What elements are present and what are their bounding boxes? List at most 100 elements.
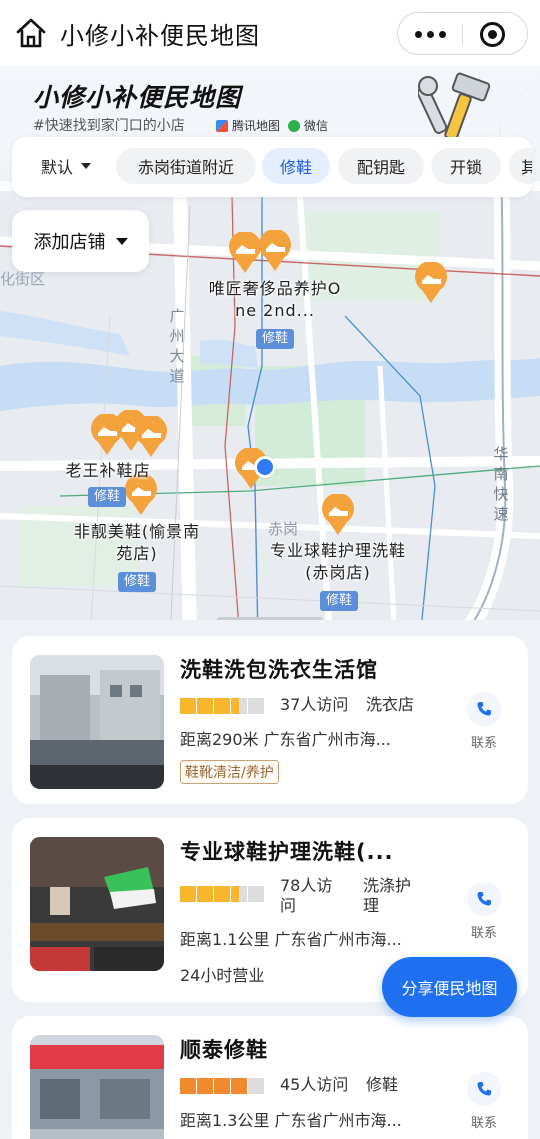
app-subtitle: #快速找到家门口的小店 (33, 118, 185, 134)
shop-category-line1: 洗涤护 (363, 876, 412, 895)
shop-category: 洗衣店 (366, 695, 415, 714)
shop-category: 修鞋 (366, 1075, 399, 1094)
shop-name: 顺泰修鞋 (180, 1038, 268, 1062)
rating-stars (180, 698, 264, 714)
filter-chip-label: 赤岗街道附近 (137, 158, 234, 177)
filter-chip-area[interactable]: 赤岗街道附近 (116, 148, 256, 184)
phone-icon (467, 692, 501, 726)
map-shop-label[interactable]: 老王补鞋店 (48, 460, 168, 482)
add-shop-label: 添加店铺 (33, 232, 106, 253)
app-title: 小修小补便民地图 (33, 83, 242, 112)
map-shop-category-tag: 修鞋 (118, 572, 157, 592)
top-navigation-bar: 小修小补便民地图 (0, 0, 540, 66)
contact-label: 联系 (470, 1116, 497, 1131)
shop-name: 专业球鞋护理洗鞋(... (180, 840, 394, 864)
shop-category-line2: 理 (363, 896, 380, 915)
star-empty-icon (248, 1078, 264, 1094)
add-shop-button[interactable]: 添加店铺 (12, 210, 149, 272)
star-icon (231, 1078, 247, 1094)
visit-count: 45人访问 (280, 1075, 349, 1094)
home-icon[interactable] (14, 17, 48, 49)
map-shop-name-line2: ne 2nd... (235, 301, 315, 320)
capsule-divider (462, 24, 463, 45)
current-location-marker (254, 456, 276, 478)
star-icon (180, 1078, 196, 1094)
star-icon (197, 886, 213, 902)
shop-card[interactable]: 洗鞋洗包洗衣生活馆 37人访问 洗衣店 距离290米 广东省广州市海... 鞋靴… (12, 636, 528, 804)
chevron-down-icon (115, 237, 128, 245)
star-icon (214, 698, 230, 714)
map-shop-name-line2: (赤岗店) (305, 563, 371, 582)
district-label: 化街区 (0, 270, 46, 288)
tencent-maps-brand: 腾讯地图 (216, 117, 280, 134)
visit-count: 37人访问 (280, 695, 349, 714)
shoe-shop-pin-icon[interactable] (321, 494, 355, 536)
chevron-down-icon (81, 163, 91, 169)
phone-icon (467, 882, 501, 916)
map-shop-name-line2: 苑店) (116, 544, 158, 563)
distance-address: 距离1.3公里 广东省广州市海... (180, 1111, 402, 1130)
shoe-shop-pin-icon[interactable] (414, 262, 448, 304)
map-shop-category-tag: 修鞋 (256, 329, 295, 349)
star-empty-icon (248, 886, 264, 902)
map-shop-label[interactable]: 非靓美鞋(愉景南 苑店) (52, 521, 222, 565)
visit-count-line1: 78人访 (280, 876, 333, 895)
map-shop-label[interactable]: 唯匠奢侈品养护O ne 2nd... (180, 278, 370, 322)
filter-chip-label: 配钥匙 (356, 158, 405, 177)
wechat-icon (288, 119, 300, 132)
more-options-icon[interactable] (398, 13, 462, 56)
share-map-button[interactable]: 分享便民地图 (382, 957, 517, 1017)
phone-icon (467, 1072, 501, 1106)
filter-bar: 默认 赤岗街道附近 修鞋 配钥匙 开锁 其 (12, 137, 532, 197)
filter-chip-label: 开锁 (449, 158, 482, 177)
shop-photo (30, 1035, 164, 1139)
wrench-hammer-illustration-icon (418, 72, 491, 141)
rating-stars (180, 886, 264, 902)
service-badge: 鞋靴清洁/养护 (180, 760, 279, 784)
star-half-icon (231, 886, 247, 902)
filter-chip-other[interactable]: 其 (509, 148, 532, 184)
wechat-brand: 微信 (288, 117, 328, 134)
contact-button[interactable]: 联系 (464, 1072, 504, 1131)
shop-photo (30, 837, 164, 971)
map-shop-label[interactable]: 专业球鞋护理洗鞋 (赤岗店) (248, 540, 428, 584)
shop-photo (30, 655, 164, 789)
nav-title: 小修小补便民地图 (60, 22, 260, 50)
area-label-chigang: 赤岗 (268, 520, 299, 538)
road-label-huanan: 华南快速 (493, 445, 509, 523)
sort-dropdown[interactable]: 默认 (26, 148, 106, 184)
map-shop-name-line1: 老王补鞋店 (65, 461, 151, 480)
filter-chip-shoe-repair[interactable]: 修鞋 (262, 148, 330, 184)
filter-chip-unlock[interactable]: 开锁 (431, 148, 501, 184)
tencent-maps-label: 腾讯地图 (232, 119, 281, 133)
map-shop-name-line1: 专业球鞋护理洗鞋 (269, 541, 406, 560)
close-mini-program-icon[interactable] (480, 22, 505, 47)
wechat-label: 微信 (304, 119, 329, 133)
shop-list[interactable]: 洗鞋洗包洗衣生活馆 37人访问 洗衣店 距离290米 广东省广州市海... 鞋靴… (0, 620, 540, 1139)
map-view[interactable]: 小修小补便民地图 #快速找到家门口的小店 腾讯地图 微信 默认 赤岗街道附近 修… (0, 66, 540, 640)
tencent-maps-icon (216, 119, 228, 132)
map-shop-category-tag: 修鞋 (88, 487, 127, 507)
shop-card[interactable]: 顺泰修鞋 45人访问 修鞋 距离1.3公里 广东省广州市海... 联系 (12, 1016, 528, 1139)
star-icon (197, 698, 213, 714)
rating-stars (180, 1078, 264, 1094)
shoe-shop-pin-icon[interactable] (228, 232, 262, 274)
star-half-icon (231, 698, 247, 714)
shoe-shop-pin-icon[interactable] (134, 416, 168, 458)
contact-label: 联系 (470, 736, 497, 751)
filter-chip-label: 修鞋 (279, 158, 312, 177)
contact-button[interactable]: 联系 (464, 882, 504, 941)
filter-chip-key-copy[interactable]: 配钥匙 (338, 148, 424, 184)
business-hours: 24小时营业 (180, 966, 265, 985)
mini-program-capsule (397, 12, 528, 55)
visit-count-line2: 问 (280, 896, 297, 915)
filter-chip-label: 其 (521, 158, 532, 177)
contact-button[interactable]: 联系 (464, 692, 504, 751)
star-icon (180, 698, 196, 714)
shop-name: 洗鞋洗包洗衣生活馆 (180, 658, 378, 682)
shoe-shop-pin-icon[interactable] (258, 230, 292, 272)
shop-category: 洗涤护 理 (363, 876, 411, 916)
map-shop-category-tag: 修鞋 (320, 591, 359, 611)
star-icon (214, 886, 230, 902)
star-empty-icon (248, 698, 264, 714)
